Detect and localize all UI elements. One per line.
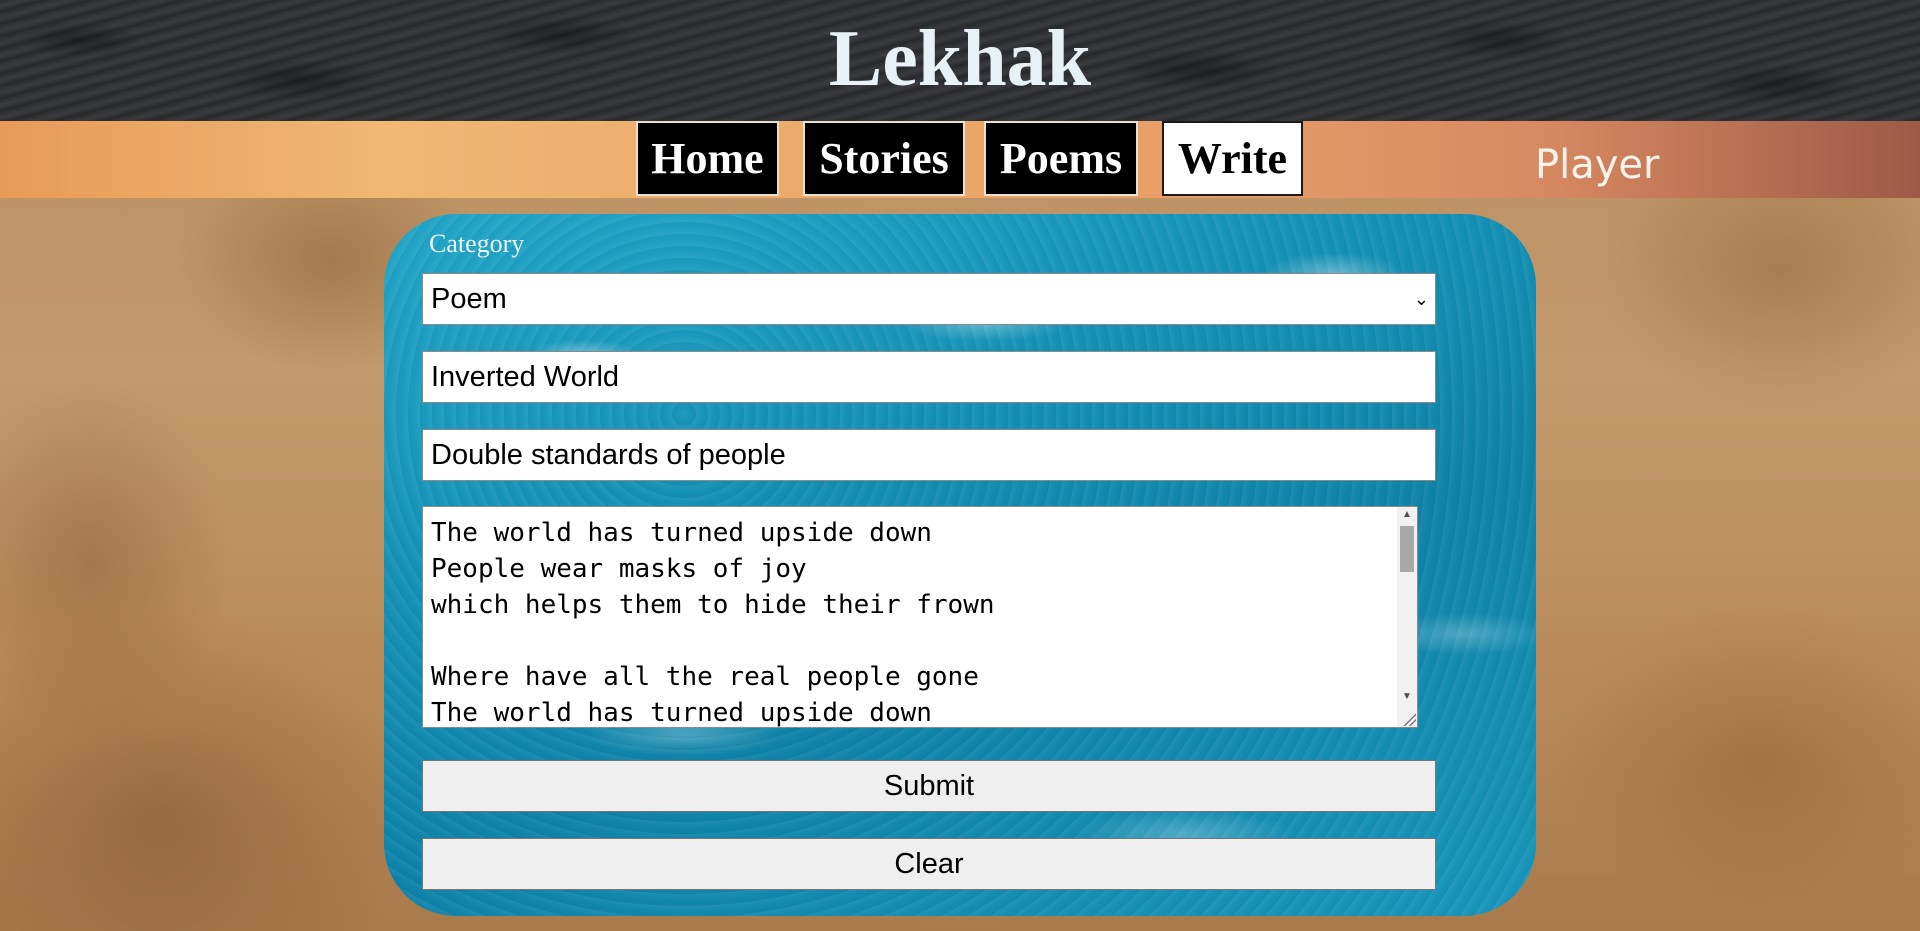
submit-button[interactable]: Submit bbox=[422, 760, 1436, 812]
write-form-panel: Category Poem ⌄ Inverted World Double st… bbox=[384, 214, 1536, 916]
clear-button[interactable]: Clear bbox=[422, 838, 1436, 890]
scroll-thumb[interactable] bbox=[1400, 526, 1414, 572]
site-title: Lekhak bbox=[828, 15, 1092, 103]
player-link[interactable]: Player bbox=[1535, 140, 1659, 190]
nav-poems-button[interactable]: Poems bbox=[984, 121, 1138, 196]
content-textarea-text: The world has turned upside down People … bbox=[431, 518, 995, 728]
category-select-value: Poem bbox=[431, 283, 507, 315]
scroll-down-arrow-icon[interactable]: ▼ bbox=[1397, 689, 1417, 705]
site-header: Lekhak bbox=[0, 0, 1920, 121]
category-label: Category bbox=[429, 229, 525, 258]
scroll-up-arrow-icon[interactable]: ▲ bbox=[1397, 507, 1417, 523]
category-select[interactable]: Poem ⌄ bbox=[422, 273, 1436, 325]
title-input[interactable]: Inverted World bbox=[422, 351, 1436, 403]
nav-write-button[interactable]: Write bbox=[1162, 121, 1303, 196]
description-input[interactable]: Double standards of people bbox=[422, 429, 1436, 481]
nav-home-button[interactable]: Home bbox=[636, 121, 779, 196]
resize-grip-icon[interactable] bbox=[1402, 712, 1416, 726]
textarea-scrollbar[interactable]: ▲ ▼ bbox=[1397, 507, 1417, 727]
chevron-down-icon: ⌄ bbox=[1413, 289, 1429, 309]
nav-stories-button[interactable]: Stories bbox=[803, 121, 965, 196]
content-textarea[interactable]: The world has turned upside down People … bbox=[422, 506, 1418, 728]
